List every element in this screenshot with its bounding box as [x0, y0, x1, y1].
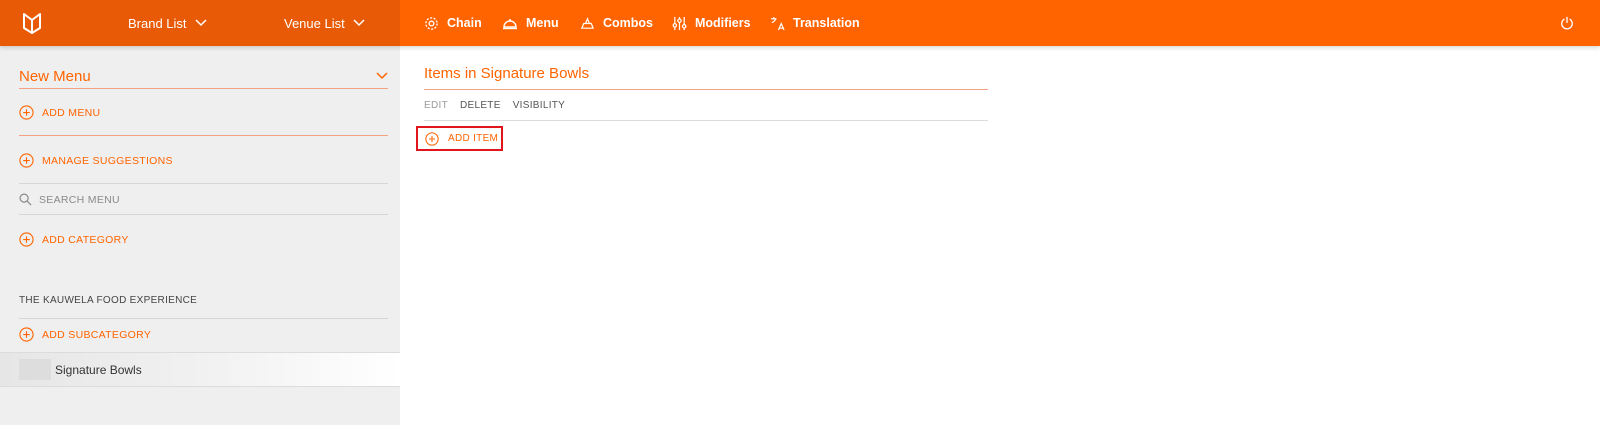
add-menu-button[interactable]: ADD MENU: [19, 105, 100, 120]
nav-menu[interactable]: Menu: [502, 0, 559, 46]
divider: [19, 318, 388, 319]
nav-modifiers[interactable]: Modifiers: [672, 0, 751, 46]
nav-chain[interactable]: Chain: [424, 0, 482, 46]
item-actions: EDIT DELETE VISIBILITY: [424, 100, 577, 111]
translate-icon: [770, 16, 785, 30]
divider: [19, 135, 388, 136]
logo-icon[interactable]: [20, 11, 44, 35]
power-icon[interactable]: [1560, 16, 1574, 30]
divider: [19, 183, 388, 184]
nav-chain-label: Chain: [447, 16, 482, 30]
add-item-label: ADD ITEM: [448, 133, 499, 144]
add-menu-label: ADD MENU: [42, 106, 101, 119]
search-menu-input[interactable]: SEARCH MENU: [19, 193, 120, 206]
add-category-label: ADD CATEGORY: [42, 233, 129, 246]
plus-circle-icon: [19, 232, 34, 247]
subcategory-thumbnail: [19, 359, 51, 380]
top-bar: Brand List Venue List Chain Menu Combos …: [0, 0, 1600, 46]
chevron-down-icon: [195, 19, 207, 27]
divider: [19, 214, 388, 215]
menu-select-dropdown[interactable]: New Menu: [19, 64, 388, 88]
manage-suggestions-label: MANAGE SUGGESTIONS: [42, 154, 173, 167]
plus-circle-icon: [19, 153, 34, 168]
nav-modifiers-label: Modifiers: [695, 16, 751, 30]
delete-action[interactable]: DELETE: [460, 100, 501, 111]
chevron-down-icon: [376, 72, 388, 80]
plus-circle-icon: [19, 105, 34, 120]
plus-circle-icon: [19, 327, 34, 342]
nav-menu-label: Menu: [526, 16, 559, 30]
category-heading[interactable]: THE KAUWELA FOOD EXPERIENCE: [19, 295, 197, 306]
nav-translation-label: Translation: [793, 16, 860, 30]
plus-circle-icon: [425, 131, 439, 146]
topbar-left-panel: Brand List Venue List: [0, 0, 400, 46]
divider: [424, 89, 988, 90]
brand-list-label: Brand List: [128, 15, 187, 31]
add-item-button[interactable]: ADD ITEM: [416, 126, 503, 151]
nav-combos-label: Combos: [603, 16, 653, 30]
brand-list-dropdown[interactable]: Brand List: [128, 0, 207, 46]
sliders-icon: [672, 16, 687, 30]
edit-action[interactable]: EDIT: [424, 100, 448, 111]
divider: [19, 88, 388, 89]
combo-icon: [580, 16, 595, 29]
cloche-icon: [503, 19, 517, 30]
add-category-button[interactable]: ADD CATEGORY: [19, 232, 129, 247]
visibility-action[interactable]: VISIBILITY: [513, 100, 565, 111]
nav-translation[interactable]: Translation: [770, 0, 860, 46]
subcategory-label: Signature Bowls: [55, 363, 142, 377]
sidebar: New Menu ADD MENU MANAGE SUGGESTIONS SEA…: [0, 46, 400, 425]
chevron-down-icon: [353, 19, 365, 27]
add-subcategory-label: ADD SUBCATEGORY: [42, 328, 152, 341]
menu-select-label: New Menu: [19, 67, 91, 85]
manage-suggestions-button[interactable]: MANAGE SUGGESTIONS: [19, 153, 173, 168]
venue-list-dropdown[interactable]: Venue List: [284, 0, 365, 46]
divider: [424, 120, 988, 121]
add-subcategory-button[interactable]: ADD SUBCATEGORY: [19, 327, 151, 342]
page-title: Items in Signature Bowls: [424, 65, 590, 82]
search-icon: [19, 193, 32, 206]
venue-list-label: Venue List: [284, 15, 345, 31]
search-placeholder: SEARCH MENU: [39, 193, 120, 206]
nav-combos[interactable]: Combos: [580, 0, 653, 46]
gear-icon: [425, 16, 438, 30]
